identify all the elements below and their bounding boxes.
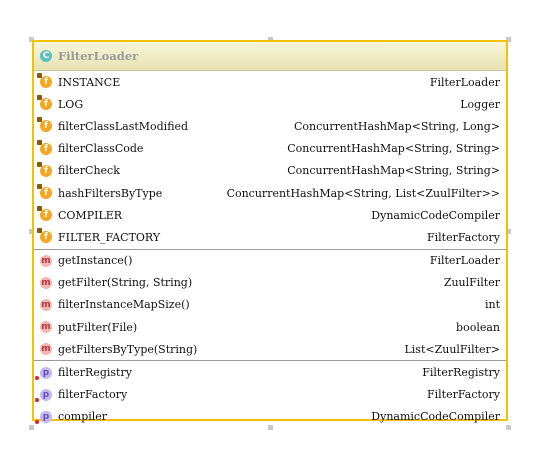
field-row-type: FilterFactory xyxy=(427,230,500,244)
method-icon: m xyxy=(40,321,52,334)
method-row-name: getFilter(String, String) xyxy=(58,276,193,290)
property-row-type: FilterRegistry xyxy=(422,366,500,380)
field-row-name: LOG xyxy=(58,97,84,111)
property-row-name: compiler xyxy=(58,410,108,424)
field-icon: f xyxy=(37,161,52,177)
class-icon: C xyxy=(40,50,52,62)
field-icon: f xyxy=(37,139,52,155)
class-header[interactable]: C FilterLoader xyxy=(34,42,506,71)
field-row-type: ConcurrentHashMap<String, List<ZuulFilte… xyxy=(226,186,500,200)
method-row[interactable]: m filterInstanceMapSize() int xyxy=(34,294,506,316)
methods-section: m getInstance() FilterLoader m getFilter(Str… xyxy=(34,248,506,361)
field-row-name: filterClassLastModified xyxy=(58,119,189,133)
field-row-name: INSTANCE xyxy=(58,75,121,89)
field-row-type: ConcurrentHashMap<String, String> xyxy=(287,164,500,178)
method-row-type: boolean xyxy=(456,320,500,334)
method-row-name: filterInstanceMapSize() xyxy=(58,298,190,312)
lock-icon xyxy=(37,73,42,79)
visibility-dot-icon xyxy=(35,419,39,424)
field-icon: f xyxy=(37,184,52,200)
field-row[interactable]: f filterClassLastModified ConcurrentHashMa… xyxy=(34,115,506,137)
field-row-name: filterCheck xyxy=(58,164,120,178)
field-row-name: COMPILER xyxy=(58,208,123,222)
fields-section: f INSTANCE FilterLoader f LOG Logger f filterCl… xyxy=(34,71,506,249)
field-row[interactable]: f filterCheck ConcurrentHashMap<String, St… xyxy=(34,160,506,182)
field-row-name: filterClassCode xyxy=(58,142,144,156)
method-icon: m xyxy=(40,343,52,356)
field-icon: f xyxy=(37,228,52,244)
method-row[interactable]: m getFilter(String, String) ZuulFilter xyxy=(34,272,506,294)
lock-icon xyxy=(37,139,42,145)
field-row[interactable]: f filterClassCode ConcurrentHashMap<String… xyxy=(34,138,506,160)
property-row-name: filterFactory xyxy=(58,388,128,402)
field-row-type: FilterLoader xyxy=(429,75,500,89)
field-row[interactable]: f INSTANCE FilterLoader xyxy=(34,71,506,93)
field-row[interactable]: f FILTER_FACTORY FilterFactory xyxy=(34,226,506,248)
properties-section: p filterRegistry FilterRegistry p filterFact… xyxy=(34,360,506,428)
lock-icon xyxy=(37,206,42,212)
method-row-type: List<ZuulFilter> xyxy=(404,342,500,356)
lock-icon xyxy=(37,161,42,167)
field-icon: f xyxy=(37,206,52,222)
method-icon: m xyxy=(40,298,52,311)
field-row[interactable]: f COMPILER DynamicCodeCompiler xyxy=(34,204,506,226)
field-row-name: hashFiltersByType xyxy=(58,186,163,200)
property-row-type: DynamicCodeCompiler xyxy=(371,410,500,424)
property-icon: p xyxy=(35,410,52,424)
method-row-name: getFiltersByType(String) xyxy=(58,342,198,356)
method-icon: m xyxy=(40,276,52,289)
property-row[interactable]: p compiler DynamicCodeCompiler xyxy=(34,406,506,428)
field-row[interactable]: f LOG Logger xyxy=(34,93,506,115)
visibility-dot-icon xyxy=(35,397,39,402)
property-row[interactable]: p filterRegistry FilterRegistry xyxy=(34,361,506,383)
class-title: FilterLoader xyxy=(58,49,139,63)
method-row[interactable]: m getInstance() FilterLoader xyxy=(34,250,506,272)
class-box-filterloader[interactable]: C FilterLoader f INSTANCE FilterLoader f LOG… xyxy=(32,40,508,424)
method-row-name: getInstance() xyxy=(58,254,133,268)
field-icon: f xyxy=(37,117,52,133)
method-row-name: putFilter(File) xyxy=(58,320,138,334)
lock-icon xyxy=(37,184,42,190)
property-row[interactable]: p filterFactory FilterFactory xyxy=(34,384,506,406)
lock-icon xyxy=(37,117,42,123)
lock-icon xyxy=(37,95,42,101)
method-icon: m xyxy=(40,254,52,267)
field-row-type: DynamicCodeCompiler xyxy=(371,208,500,222)
property-icon: p xyxy=(35,388,52,402)
method-row[interactable]: m putFilter(File) boolean xyxy=(34,316,506,338)
field-row-type: ConcurrentHashMap<String, String> xyxy=(287,142,500,156)
property-row-type: FilterFactory xyxy=(427,388,500,402)
resize-handle-bottom-right[interactable] xyxy=(506,425,511,430)
field-row-type: Logger xyxy=(460,97,500,111)
field-row[interactable]: f hashFiltersByType ConcurrentHashMap<Stri… xyxy=(34,182,506,204)
method-row-type: int xyxy=(484,298,500,312)
field-row-name: FILTER_FACTORY xyxy=(58,230,161,244)
field-row-type: ConcurrentHashMap<String, Long> xyxy=(294,119,500,133)
property-icon: p xyxy=(35,366,52,380)
method-row[interactable]: m getFiltersByType(String) List<ZuulFilter… xyxy=(34,338,506,360)
lock-icon xyxy=(37,228,42,234)
method-row-type: ZuulFilter xyxy=(443,276,500,290)
field-icon: f xyxy=(37,95,52,111)
method-row-type: FilterLoader xyxy=(429,254,500,268)
property-row-name: filterRegistry xyxy=(58,366,132,380)
visibility-dot-icon xyxy=(35,375,39,380)
field-icon: f xyxy=(37,73,52,89)
